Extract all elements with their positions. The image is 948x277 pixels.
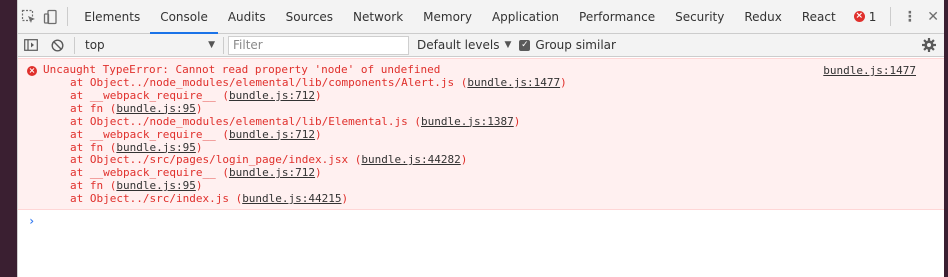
tab-label: Console xyxy=(160,9,208,24)
tab-label: Memory xyxy=(423,9,472,24)
dropdown-arrow-icon: ▼ xyxy=(208,40,215,50)
log-levels-label: Default levels xyxy=(417,38,500,52)
tab-sources[interactable]: Sources xyxy=(276,0,343,33)
toolbar-divider xyxy=(890,7,892,26)
tab-label: Elements xyxy=(84,9,141,24)
group-similar-checkbox[interactable]: ✓ Group similar xyxy=(519,38,616,52)
group-similar-label: Group similar xyxy=(535,38,616,52)
gear-icon[interactable] xyxy=(914,34,944,57)
stack-frame: at Object../src/index.js (bundle.js:4421… xyxy=(70,192,349,206)
toolbar-divider xyxy=(223,36,224,54)
tab-elements[interactable]: Elements xyxy=(74,0,150,33)
kebab-menu-icon[interactable]: ⋮ xyxy=(897,0,922,33)
tab-label: React xyxy=(801,9,836,24)
tab-network[interactable]: Network xyxy=(343,0,413,33)
context-value: top xyxy=(85,38,105,52)
console-messages: × Uncaught TypeError: Cannot read proper… xyxy=(18,58,944,277)
context-selector[interactable]: top ▼ xyxy=(79,35,219,56)
tab-label: Security xyxy=(675,9,725,24)
error-icon: × xyxy=(27,66,37,76)
stack-frame-link[interactable]: bundle.js:1387 xyxy=(421,115,514,128)
error-icon: × xyxy=(853,11,865,22)
devtools-tabbar: Elements Console Audits Sources Network … xyxy=(18,0,944,34)
tab-security[interactable]: Security xyxy=(665,0,734,33)
tab-react[interactable]: React xyxy=(792,0,846,33)
stack-frame-link[interactable]: bundle.js:44282 xyxy=(361,153,460,166)
error-text: Uncaught TypeError: Cannot read property… xyxy=(43,63,441,76)
stack-trace: at Object../node_modules/elemental/lib/c… xyxy=(70,76,567,206)
devtools-panel: Elements Console Audits Sources Network … xyxy=(17,0,944,277)
console-error-message[interactable]: × Uncaught TypeError: Cannot read proper… xyxy=(18,58,944,210)
stack-frame-link[interactable]: bundle.js:712 xyxy=(229,166,315,179)
error-count: 1 xyxy=(868,9,877,24)
tab-label: Redux xyxy=(744,9,782,24)
stack-frame-link[interactable]: bundle.js:44215 xyxy=(242,192,341,205)
inspect-element-icon[interactable] xyxy=(18,0,40,33)
tab-label: Network xyxy=(353,9,404,24)
toolbar-divider xyxy=(67,7,69,26)
tab-redux[interactable]: Redux xyxy=(734,0,792,33)
tab-memory[interactable]: Memory xyxy=(413,0,482,33)
stack-frame-link[interactable]: bundle.js:95 xyxy=(116,102,195,115)
tab-console[interactable]: Console xyxy=(150,0,218,34)
console-toolbar: top ▼ Default levels ▼ ✓ Group similar xyxy=(18,34,944,57)
stack-frame-link[interactable]: bundle.js:95 xyxy=(116,179,195,192)
toolbar-divider xyxy=(74,36,75,54)
log-levels-dropdown[interactable]: Default levels ▼ xyxy=(409,38,519,52)
clear-console-icon[interactable] xyxy=(44,34,70,57)
error-source-link[interactable]: bundle.js:1477 xyxy=(823,64,916,77)
stack-frame-link[interactable]: bundle.js:1477 xyxy=(467,76,560,89)
show-sidebar-icon[interactable] xyxy=(18,34,44,57)
stack-frame-link[interactable]: bundle.js:712 xyxy=(229,89,315,102)
stack-frame-link[interactable]: bundle.js:712 xyxy=(229,128,315,141)
dropdown-arrow-icon: ▼ xyxy=(504,40,512,50)
tab-label: Audits xyxy=(227,9,266,24)
tab-label: Application xyxy=(491,9,560,24)
filter-input[interactable] xyxy=(228,35,409,55)
checkbox-checked-icon: ✓ xyxy=(519,39,531,51)
device-toolbar-icon[interactable] xyxy=(40,0,62,33)
tab-performance[interactable]: Performance xyxy=(569,0,665,33)
tab-audits[interactable]: Audits xyxy=(218,0,276,33)
close-icon[interactable]: ✕ xyxy=(922,0,944,33)
tab-label: Sources xyxy=(285,9,334,24)
tab-application[interactable]: Application xyxy=(482,0,569,33)
error-counter[interactable]: × 1 xyxy=(846,0,885,33)
stack-frame-link[interactable]: bundle.js:95 xyxy=(116,141,195,154)
tab-label: Performance xyxy=(579,9,656,24)
console-prompt[interactable]: › xyxy=(28,214,35,228)
